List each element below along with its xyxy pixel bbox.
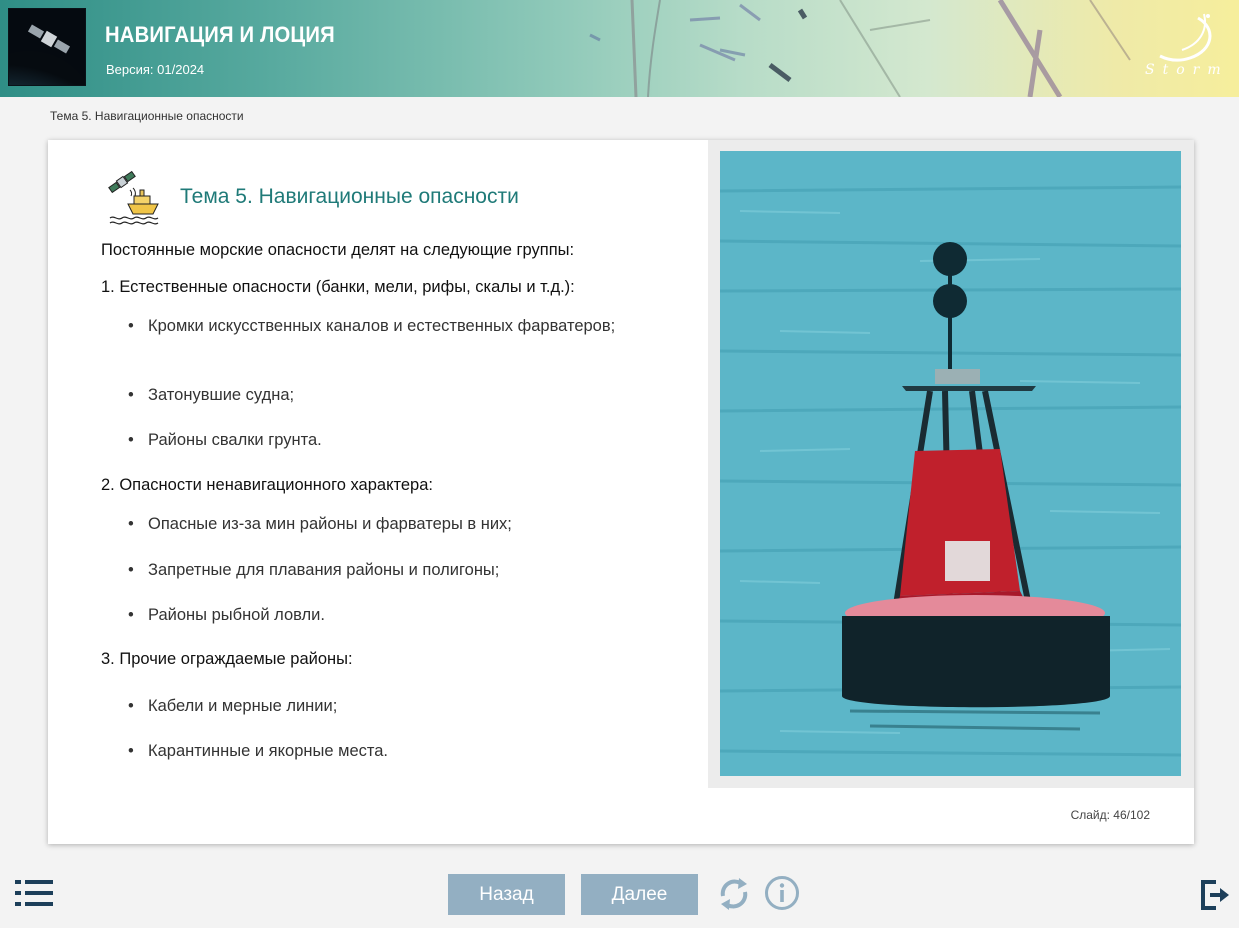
satellite-ship-icon xyxy=(108,170,159,225)
back-button[interactable]: Назад xyxy=(448,874,565,915)
info-icon[interactable] xyxy=(764,875,800,911)
slide-counter: Слайд: 46/102 xyxy=(1070,808,1150,822)
app-header: НАВИГАЦИЯ И ЛОЦИЯ Версия: 01/2024 Storm xyxy=(0,0,1239,97)
buoy-photo xyxy=(720,151,1181,776)
list-icon[interactable] xyxy=(15,880,53,906)
list-item: Кабели и мерные линии; xyxy=(128,694,656,718)
app-title: НАВИГАЦИЯ И ЛОЦИЯ xyxy=(105,22,335,47)
next-button[interactable]: Далее xyxy=(581,874,698,915)
list-item: Кромки искусственных каналов и естествен… xyxy=(128,314,656,338)
list-item: Опасные из-за мин районы и фарватеры в н… xyxy=(128,512,656,536)
list-item: Карантинные и якорные места. xyxy=(128,739,656,763)
group-heading-1: 1. Естественные опасности (банки, мели, … xyxy=(101,278,575,296)
slide-intro: Постоянные морские опасности делят на сл… xyxy=(101,241,575,259)
reload-icon[interactable] xyxy=(715,874,753,914)
logo-wordmark: Storm xyxy=(1145,62,1229,78)
list-item: Районы рыбной ловли. xyxy=(128,603,656,627)
course-thumbnail xyxy=(8,8,86,86)
exit-icon[interactable] xyxy=(1200,880,1232,910)
group-heading-2: 2. Опасности ненавигационного характера: xyxy=(101,476,433,494)
app-version: Версия: 01/2024 xyxy=(106,62,205,77)
list-item: Районы свалки грунта. xyxy=(128,428,656,452)
slide-card: Тема 5. Навигационные опасности Постоянн… xyxy=(48,140,1194,844)
header-background-art xyxy=(589,0,1131,97)
slide-title: Тема 5. Навигационные опасности xyxy=(180,185,519,208)
list-item: Запретные для плавания районы и полигоны… xyxy=(128,558,656,582)
list-item: Затонувшие судна; xyxy=(128,383,656,407)
photo-frame xyxy=(708,140,1194,788)
group-heading-3: 3. Прочие ограждаемые районы: xyxy=(101,650,353,668)
breadcrumb: Тема 5. Навигационные опасности xyxy=(50,109,244,123)
